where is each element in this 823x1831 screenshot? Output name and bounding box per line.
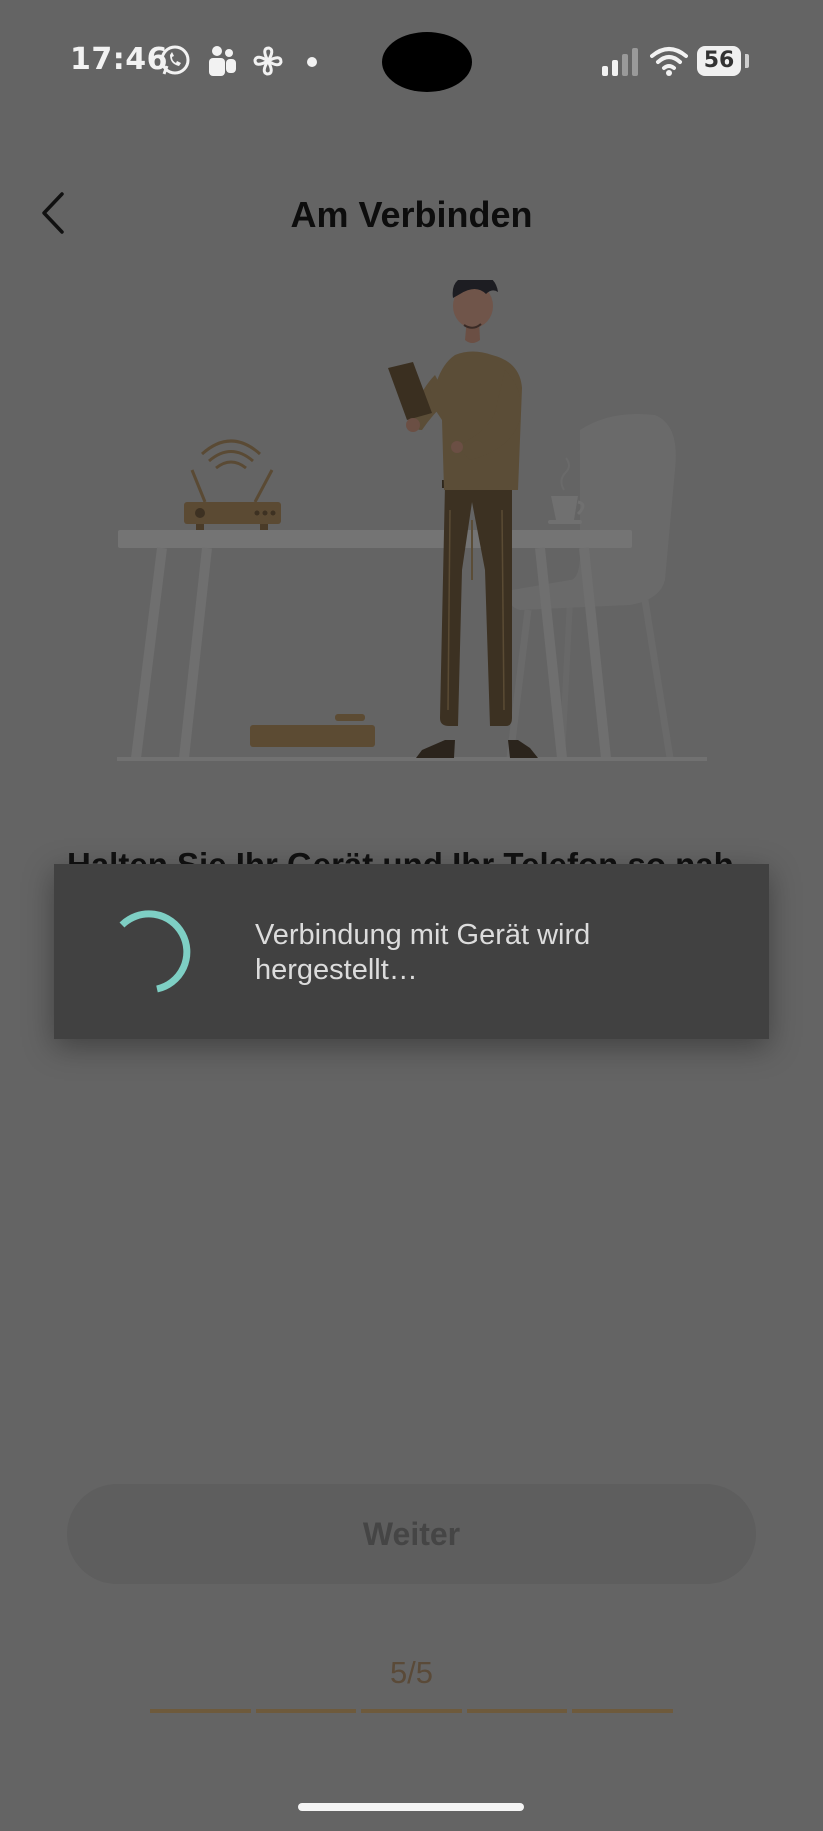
- signal-icon: [602, 48, 638, 76]
- progress-segment: [466, 1709, 568, 1713]
- battery-tip: [745, 54, 749, 68]
- page-title: Am Verbinden: [290, 194, 533, 235]
- camera-cutout: [382, 32, 472, 92]
- battery-icon: 56: [697, 46, 741, 76]
- home-indicator[interactable]: [298, 1803, 524, 1811]
- pinwheel-icon: [253, 46, 283, 76]
- router-graphic: [184, 439, 281, 530]
- floor-device-graphic: [250, 714, 375, 747]
- progress-segment: [361, 1709, 462, 1713]
- progress-segment: [255, 1709, 357, 1713]
- dot-icon: [307, 57, 317, 67]
- next-button[interactable]: Weiter: [67, 1484, 756, 1584]
- spinner-arc: [119, 910, 191, 993]
- teams-icon: [209, 46, 236, 76]
- wifi-icon: [650, 47, 688, 76]
- dialog-message: Verbindung mit Gerät wird hergestellt…: [255, 919, 591, 986]
- whatsapp-icon: [160, 45, 190, 75]
- progress-segment: [150, 1709, 251, 1713]
- cup-graphic: [548, 457, 585, 524]
- step-indicator: 5/5: [389, 1655, 434, 1690]
- step-progress-bar: [150, 1709, 673, 1713]
- status-time: 17:46: [70, 42, 168, 77]
- progress-segment: [572, 1709, 673, 1713]
- instruction-text: Halten Sie Ihr Gerät und Ihr Telefon so …: [67, 846, 734, 865]
- loading-spinner-icon: [119, 910, 191, 993]
- status-bar: 17:46 56: [0, 0, 823, 120]
- connection-illustration: [117, 280, 707, 761]
